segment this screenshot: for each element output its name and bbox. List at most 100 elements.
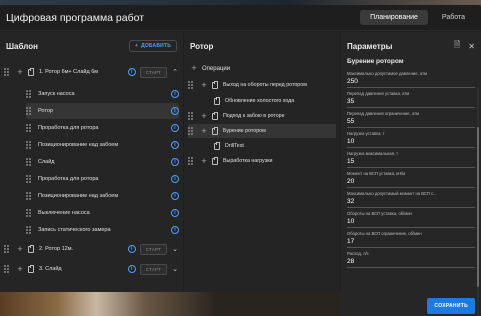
template-item-label: 2. Ротор 12м. xyxy=(39,245,74,252)
app-title: Цифровая программа работ xyxy=(6,11,145,24)
plus-icon[interactable]: + xyxy=(16,244,24,254)
start-button[interactable]: СТАРТ xyxy=(139,263,167,275)
info-icon[interactable]: i xyxy=(171,124,179,132)
info-icon[interactable]: i xyxy=(127,68,136,76)
close-icon[interactable]: ✕ xyxy=(468,42,475,51)
info-icon[interactable]: i xyxy=(127,265,136,273)
param-field[interactable]: Максимально допустимое давление, атм 250 xyxy=(347,71,475,88)
param-field[interactable]: Обороты на ВСП ограничение, об/мин 17 xyxy=(347,231,475,248)
plus-icon[interactable]: + xyxy=(200,156,208,166)
template-subitem-label: Запись статического замера xyxy=(38,226,111,233)
save-button[interactable]: СОХРАНИТЬ xyxy=(427,298,475,314)
info-icon[interactable]: i xyxy=(171,175,179,183)
template-item-1[interactable]: + 1. Ротор 6м+ Слайд 6м i СТАРТ ⌃ xyxy=(4,62,179,82)
plus-icon[interactable]: + xyxy=(200,80,208,90)
drag-handle-icon[interactable] xyxy=(26,141,32,149)
drag-handle-icon[interactable] xyxy=(4,245,10,253)
param-field[interactable]: Расход, л/с 28 xyxy=(347,251,475,268)
plus-icon[interactable]: + xyxy=(190,64,198,73)
drag-handle-icon[interactable] xyxy=(26,90,32,98)
drag-handle-icon[interactable] xyxy=(26,209,32,217)
drag-handle-icon[interactable] xyxy=(188,157,194,165)
operation-subitem[interactable]: Обновление холостого хода xyxy=(214,94,336,108)
param-input[interactable]: 32 xyxy=(347,197,475,208)
template-subitem[interactable]: Позиционирование над забоем i xyxy=(26,137,179,153)
param-input[interactable]: 10 xyxy=(347,217,475,228)
operation-item[interactable]: + Подход к забою в роторе xyxy=(188,109,336,123)
clipboard-icon xyxy=(214,141,220,150)
template-item-label: 1. Ротор 6м+ Слайд 6м xyxy=(39,68,99,75)
drag-handle-icon[interactable] xyxy=(26,175,32,183)
param-field[interactable]: Нагрузка уставка, т 10 xyxy=(347,131,475,148)
param-field[interactable]: Максимально допустимый момент на ВСП с..… xyxy=(347,191,475,208)
info-icon[interactable]: i xyxy=(171,209,179,217)
param-input[interactable]: 28 xyxy=(347,257,475,268)
clipboard-icon xyxy=(212,156,218,165)
info-icon[interactable]: i xyxy=(127,245,136,253)
operation-item[interactable]: + Выработка нагрузки xyxy=(188,154,336,168)
chevron-down-icon[interactable]: ⌄ xyxy=(171,265,179,273)
drag-handle-icon[interactable] xyxy=(26,226,32,234)
param-input[interactable]: 35 xyxy=(347,97,475,108)
template-subitem[interactable]: Ротор i xyxy=(26,103,179,119)
drag-handle-icon[interactable] xyxy=(26,124,32,132)
operation-item-selected[interactable]: + Бурение ротором xyxy=(188,124,336,138)
param-field[interactable]: Перепад давления уставка, атм 35 xyxy=(347,91,475,108)
plus-icon[interactable]: + xyxy=(200,111,208,121)
info-icon[interactable]: i xyxy=(171,158,179,166)
operations-header[interactable]: + Операции xyxy=(190,64,230,73)
param-field[interactable]: Нагрузка максимальная, т 15 xyxy=(347,151,475,168)
template-subitem[interactable]: Проработка для ротора i xyxy=(26,120,179,136)
template-subitem[interactable]: Позиционирование над забоем i xyxy=(26,188,179,204)
template-subitem[interactable]: Выключение насоса i xyxy=(26,205,179,221)
operation-subitem[interactable]: DrillTest xyxy=(214,139,336,153)
info-icon[interactable]: i xyxy=(171,192,179,200)
template-subitem[interactable]: Запись статического замера i xyxy=(26,222,179,238)
chevron-up-icon[interactable]: ⌃ xyxy=(171,68,179,76)
template-subitem[interactable]: Проработка для ротора i xyxy=(26,171,179,187)
template-item-label: 3. Слайд xyxy=(39,265,62,272)
plus-icon[interactable]: + xyxy=(16,264,24,274)
start-button[interactable]: СТАРТ xyxy=(139,243,167,255)
drag-handle-icon[interactable] xyxy=(188,112,194,120)
tab-planning[interactable]: Планирование xyxy=(360,10,428,25)
drag-handle-icon[interactable] xyxy=(188,81,194,89)
chevron-down-icon[interactable]: ⌄ xyxy=(171,245,179,253)
drag-handle-icon[interactable] xyxy=(26,107,32,115)
drag-handle-icon[interactable] xyxy=(188,127,194,135)
add-button[interactable]: + ДОБАВИТЬ xyxy=(128,40,177,52)
drag-handle-icon[interactable] xyxy=(26,192,32,200)
info-icon[interactable]: i xyxy=(171,226,179,234)
start-button[interactable]: СТАРТ xyxy=(139,66,167,78)
drag-handle-icon[interactable] xyxy=(4,265,10,273)
param-input[interactable]: 55 xyxy=(347,117,475,128)
template-subitem-label: Ротор xyxy=(38,107,53,114)
param-input[interactable]: 20 xyxy=(347,177,475,188)
title-bar: Цифровая программа работ Планирование Ра… xyxy=(0,5,481,31)
param-field[interactable]: Перепад давления ограничение, атм 55 xyxy=(347,111,475,128)
info-icon[interactable]: i xyxy=(171,90,179,98)
params-scrollbar-thumb[interactable] xyxy=(477,127,479,287)
info-icon[interactable]: i xyxy=(171,141,179,149)
template-subitem[interactable]: Запуск насоса i xyxy=(26,86,179,102)
template-item-3[interactable]: + 3. Слайд i СТАРТ ⌄ xyxy=(4,260,179,278)
operation-label: Бурение ротором xyxy=(223,127,266,134)
param-field[interactable]: Момент на ВСП уставка, кН/м 20 xyxy=(347,171,475,188)
document-icon[interactable]: 🗎 xyxy=(454,39,460,53)
info-icon[interactable]: i xyxy=(171,107,179,115)
template-subitem-label: Выключение насоса xyxy=(38,209,90,216)
params-panel: Параметры 🗎 ✕ Бурение ротором Максимальн… xyxy=(341,32,481,316)
param-input[interactable]: 17 xyxy=(347,237,475,248)
template-subitem[interactable]: Слайд i xyxy=(26,154,179,170)
param-input[interactable]: 250 xyxy=(347,77,475,88)
param-input[interactable]: 15 xyxy=(347,157,475,168)
drag-handle-icon[interactable] xyxy=(4,68,10,76)
template-item-2[interactable]: + 2. Ротор 12м. i СТАРТ ⌄ xyxy=(4,240,179,258)
tab-work[interactable]: Работа xyxy=(432,10,475,25)
param-field[interactable]: Обороты на ВСП уставка, об/мин 10 xyxy=(347,211,475,228)
plus-icon[interactable]: + xyxy=(16,67,24,77)
plus-icon[interactable]: + xyxy=(200,126,208,136)
operation-item[interactable]: + Выход на обороты перед ротором xyxy=(188,78,336,92)
drag-handle-icon[interactable] xyxy=(26,158,32,166)
param-input[interactable]: 10 xyxy=(347,137,475,148)
